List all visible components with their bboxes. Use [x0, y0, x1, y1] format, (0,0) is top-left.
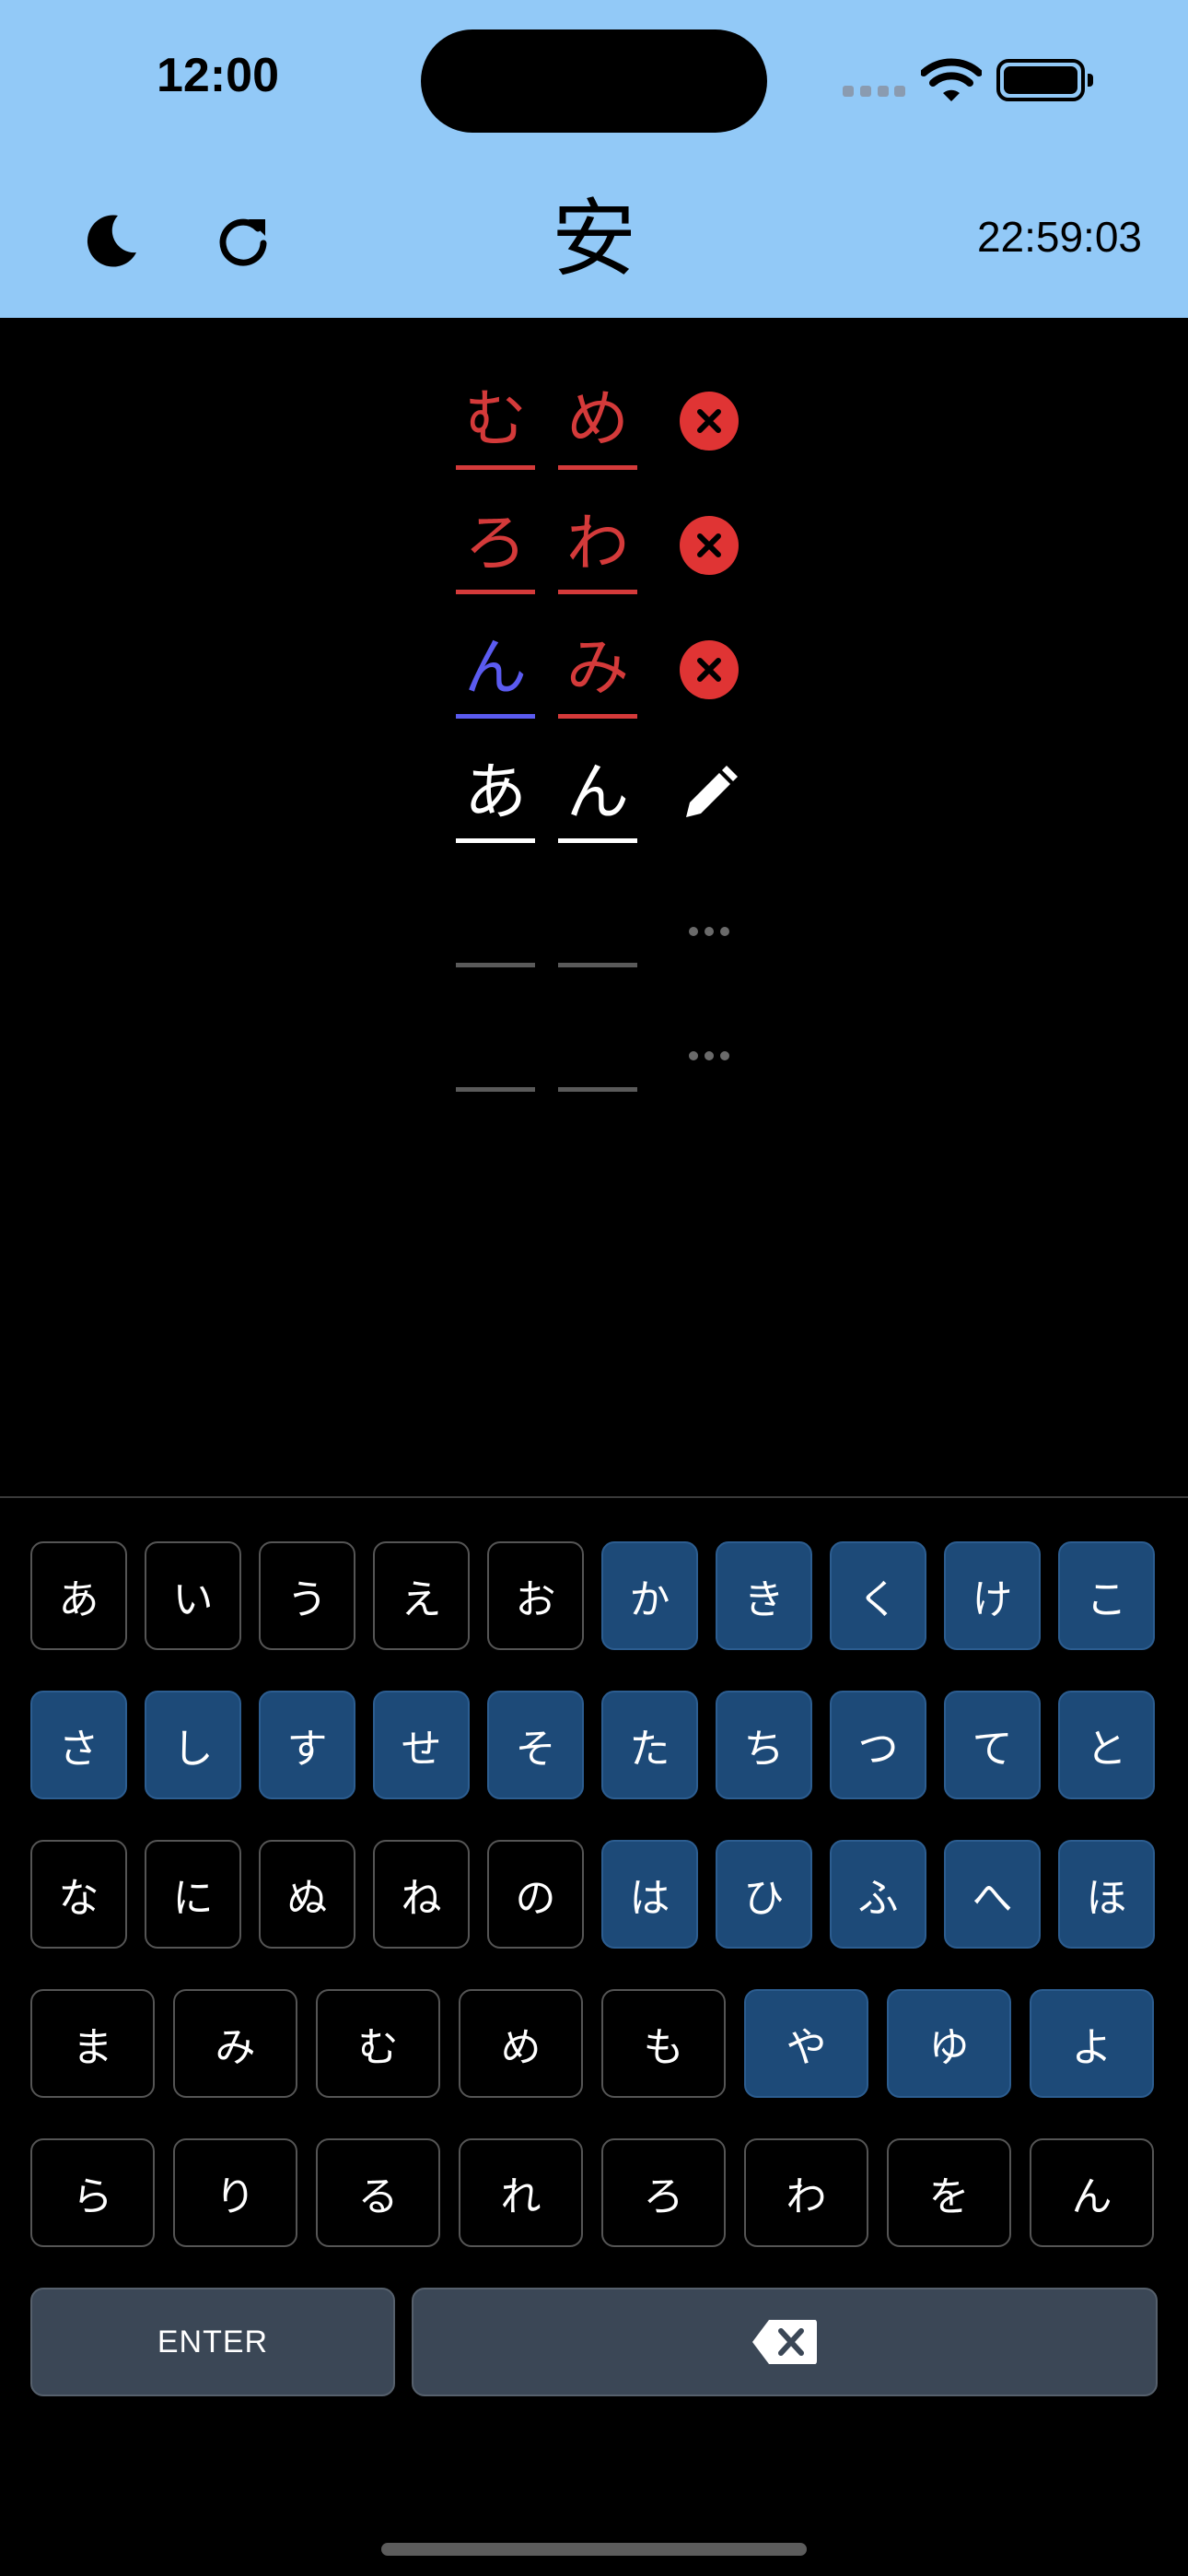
- pencil-icon: [686, 766, 738, 817]
- guess-row-1: む め: [456, 378, 760, 470]
- guess-cell: ん: [456, 626, 535, 719]
- key-ta[interactable]: た: [601, 1691, 698, 1799]
- keyboard-divider: [0, 1496, 1188, 1498]
- key-ne[interactable]: ね: [373, 1840, 470, 1949]
- key-tsu[interactable]: つ: [830, 1691, 926, 1799]
- key-re[interactable]: れ: [459, 2138, 583, 2247]
- key-chi[interactable]: ち: [716, 1691, 812, 1799]
- row-status: [677, 513, 741, 578]
- status-bar-time: 12:00: [157, 49, 279, 102]
- key-ru[interactable]: る: [316, 2138, 440, 2247]
- key-ka[interactable]: か: [601, 1541, 698, 1650]
- key-ma[interactable]: ま: [30, 1989, 155, 2098]
- wifi-icon: [921, 58, 982, 101]
- home-indicator: [381, 2543, 807, 2556]
- key-e[interactable]: え: [373, 1541, 470, 1650]
- cellular-signal-icon: [843, 86, 905, 97]
- key-yo[interactable]: よ: [1030, 1989, 1154, 2098]
- key-te[interactable]: て: [944, 1691, 1041, 1799]
- key-wa[interactable]: わ: [744, 2138, 868, 2247]
- key-yu[interactable]: ゆ: [887, 1989, 1011, 2098]
- key-nu[interactable]: ぬ: [259, 1840, 355, 1949]
- battery-icon: [996, 59, 1093, 101]
- row-status: [677, 762, 741, 826]
- key-se[interactable]: せ: [373, 1691, 470, 1799]
- key-mo[interactable]: も: [601, 1989, 726, 2098]
- guess-row-5: [456, 875, 760, 967]
- close-icon: [680, 392, 739, 451]
- guess-row-4: あ ん: [456, 751, 760, 843]
- guess-cell: ん: [558, 751, 637, 843]
- key-mi[interactable]: み: [173, 1989, 297, 2098]
- key-ha[interactable]: は: [601, 1840, 698, 1949]
- row-status: [677, 1011, 741, 1075]
- more-dots-icon: [689, 927, 729, 936]
- backspace-icon: [752, 2320, 817, 2364]
- guess-row-3: ん み: [456, 626, 760, 719]
- key-u[interactable]: う: [259, 1541, 355, 1650]
- close-icon: [680, 516, 739, 575]
- guess-cell-empty: [558, 875, 637, 967]
- key-ku[interactable]: く: [830, 1541, 926, 1650]
- keyboard-action-row: ENTER: [30, 2288, 1158, 2396]
- key-ya[interactable]: や: [744, 1989, 868, 2098]
- key-o[interactable]: お: [487, 1541, 584, 1650]
- row-status: [677, 389, 741, 453]
- key-mu[interactable]: む: [316, 1989, 440, 2098]
- keyboard-row-2: さ し す せ そ た ち つ て と: [30, 1691, 1158, 1799]
- keyboard-row-4: ま み む め も や ゆ よ: [30, 1989, 1158, 2098]
- guess-row-2: ろ わ: [456, 502, 760, 594]
- key-ni[interactable]: に: [145, 1840, 241, 1949]
- close-icon: [680, 640, 739, 699]
- key-n[interactable]: ん: [1030, 2138, 1154, 2247]
- key-ki[interactable]: き: [716, 1541, 812, 1650]
- guess-cell: ろ: [456, 502, 535, 594]
- enter-button[interactable]: ENTER: [30, 2288, 395, 2396]
- key-a[interactable]: あ: [30, 1541, 127, 1650]
- guess-cell-empty: [558, 1000, 637, 1092]
- key-wo[interactable]: を: [887, 2138, 1011, 2247]
- key-ke[interactable]: け: [944, 1541, 1041, 1650]
- key-ra[interactable]: ら: [30, 2138, 155, 2247]
- key-sa[interactable]: さ: [30, 1691, 127, 1799]
- dynamic-island: [421, 29, 767, 133]
- backspace-button[interactable]: [412, 2288, 1158, 2396]
- guess-cell: あ: [456, 751, 535, 843]
- key-me[interactable]: め: [459, 1989, 583, 2098]
- row-status: [677, 886, 741, 951]
- key-hi[interactable]: ひ: [716, 1840, 812, 1949]
- guess-cell: め: [558, 378, 637, 470]
- key-to[interactable]: と: [1058, 1691, 1155, 1799]
- top-bar: 12:00 安 22:59:03: [0, 0, 1188, 318]
- countdown-timer: 22:59:03: [976, 213, 1142, 261]
- key-ro[interactable]: ろ: [601, 2138, 726, 2247]
- guess-row-6: [456, 1000, 760, 1092]
- key-i[interactable]: い: [145, 1541, 241, 1650]
- guess-cell: み: [558, 626, 637, 719]
- key-shi[interactable]: し: [145, 1691, 241, 1799]
- guess-cell-empty: [456, 1000, 535, 1092]
- guess-cell: む: [456, 378, 535, 470]
- key-fu[interactable]: ふ: [830, 1840, 926, 1949]
- row-status: [677, 638, 741, 702]
- key-he[interactable]: へ: [944, 1840, 1041, 1949]
- key-so[interactable]: そ: [487, 1691, 584, 1799]
- guess-cell-empty: [456, 875, 535, 967]
- key-na[interactable]: な: [30, 1840, 127, 1949]
- key-su[interactable]: す: [259, 1691, 355, 1799]
- keyboard-row-3: な に ぬ ね の は ひ ふ へ ほ: [30, 1840, 1158, 1949]
- keyboard-row-5: ら り る れ ろ わ を ん: [30, 2138, 1158, 2247]
- keyboard-row-1: あ い う え お か き く け こ: [30, 1541, 1158, 1650]
- guess-cell: わ: [558, 502, 637, 594]
- key-ri[interactable]: り: [173, 2138, 297, 2247]
- key-no[interactable]: の: [487, 1840, 584, 1949]
- key-ko[interactable]: こ: [1058, 1541, 1155, 1650]
- key-ho[interactable]: ほ: [1058, 1840, 1155, 1949]
- more-dots-icon: [689, 1051, 729, 1060]
